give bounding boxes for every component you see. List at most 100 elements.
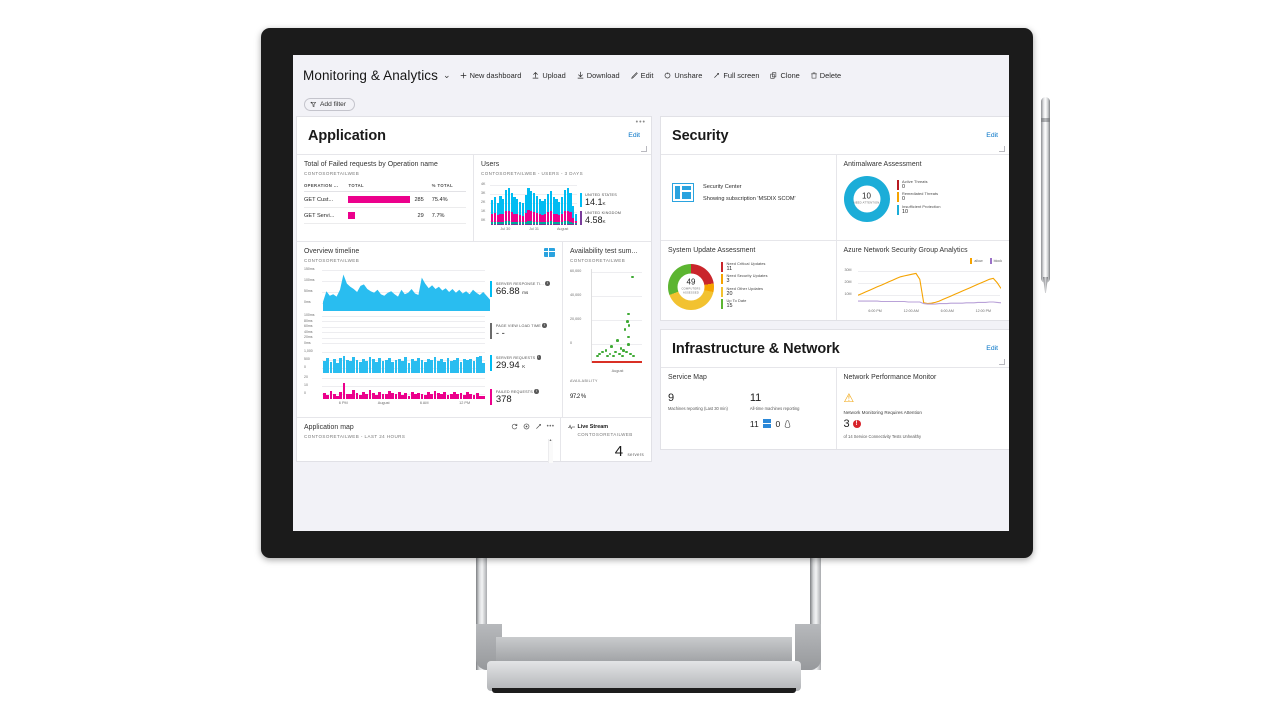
refresh-icon[interactable] — [511, 423, 518, 430]
chart-grid-icon[interactable] — [544, 248, 555, 257]
users-subtitle: CONTOSORETAILWEB - USERS - 3 DAYS — [481, 171, 584, 177]
new-dashboard-button[interactable]: New dashboard — [460, 71, 521, 80]
application-map-toolbar: ••• — [511, 423, 555, 430]
legend-item: allow — [970, 257, 983, 264]
legend-item: Need Other Updates 20 — [721, 286, 768, 297]
nsg-analytics-tile[interactable]: Azure Network Security Group Analytics a… — [836, 240, 1009, 320]
x-tick: Jul 30 — [500, 227, 511, 232]
target-icon[interactable] — [523, 423, 530, 430]
trash-icon — [810, 72, 817, 78]
service-map-reporting-label: Machines reporting (Last 30 min) — [668, 405, 728, 411]
failed-requests-tile[interactable]: Total of Failed requests by Operation na… — [297, 154, 474, 241]
expand-icon[interactable] — [535, 423, 542, 430]
legend-item: Up To Date 15 — [721, 299, 768, 310]
antimalware-donut: 10 NEED ATTENTION — [843, 175, 890, 222]
availability-tile[interactable]: Availability test sum... CONTOSORETAILWE… — [563, 241, 651, 417]
antimalware-tile[interactable]: Antimalware Assessment 10 NEED ATTENTION… — [836, 154, 1009, 240]
application-panel-header: Application Edit ••• — [297, 117, 651, 154]
unshare-button[interactable]: Unshare — [664, 71, 702, 80]
data-point — [608, 352, 612, 356]
y-tick: 40ms — [304, 329, 313, 334]
service-map-tile[interactable]: Service Map 9 Machines reporting (Last 3… — [661, 367, 837, 449]
response-time-chart: 150ms 100ms 50ms 0ms — [304, 267, 490, 312]
bar — [348, 212, 355, 220]
windows-icon — [762, 419, 772, 429]
security-center-tile[interactable]: Security Center Showing subscription 'MS… — [661, 154, 837, 240]
nsg-legend: allow block — [844, 257, 1002, 264]
y-tick: 10M — [844, 291, 852, 296]
metric-value: 66.88 ms — [495, 286, 529, 298]
delete-button[interactable]: Delete — [810, 71, 841, 80]
add-filter-button[interactable]: Add filter — [304, 98, 356, 111]
application-more-icon[interactable]: ••• — [636, 119, 646, 126]
security-center-icon — [672, 183, 694, 202]
y-tick: 1,000 — [304, 349, 313, 354]
legend-label: Remediated Threats — [902, 192, 939, 197]
overview-timeline-body: 150ms 100ms 50ms 0ms 100ms 80ms 60ms 40ms 20ms 0m… — [304, 267, 556, 406]
service-map-os-breakdown: 11 0 — [750, 419, 800, 429]
info-icon[interactable]: i — [545, 281, 550, 286]
info-icon[interactable]: i — [534, 389, 539, 394]
application-row-2: Overview timeline CONTOSORETAILWEB 150ms… — [297, 241, 651, 417]
data-point — [627, 312, 630, 316]
system-update-title: System Update Assessment — [668, 247, 756, 254]
area-series — [323, 274, 490, 312]
users-tile[interactable]: Users CONTOSORETAILWEB - USERS - 3 DAYS … — [474, 154, 651, 241]
antimalware-legend: Active Threats 0 Remediated Threats 0 Insuff… — [896, 179, 941, 218]
warning-triangle-icon: ⚠ — [843, 390, 855, 405]
table-row[interactable]: GET Servi... 29 7.7% — [304, 207, 466, 225]
y-tick: 1K — [481, 209, 486, 214]
download-icon — [577, 71, 584, 79]
legend-label: block — [993, 258, 1002, 263]
info-icon[interactable]: i — [536, 355, 542, 360]
y-tick: 20 — [304, 375, 308, 380]
series-line — [857, 300, 1001, 305]
infrastructure-resize-handle[interactable] — [999, 359, 1005, 365]
application-map-tile[interactable]: Application map CONTOSORETAILWEB - LAST … — [297, 417, 562, 464]
clone-button[interactable]: Clone — [770, 71, 800, 80]
upload-button[interactable]: Upload — [532, 71, 566, 80]
x-axis: Jul 30 Jul 31 August — [491, 227, 577, 231]
full-screen-button[interactable]: Full screen — [713, 71, 759, 80]
nsg-plot: 30M 20M 10M — [844, 265, 1003, 309]
infrastructure-panel-title: Infrastructure & Network — [672, 340, 840, 357]
info-icon[interactable]: i — [542, 323, 547, 328]
live-stream-tile[interactable]: Live Stream CONTOSORETAILWEB 4 servers — [561, 417, 651, 461]
service-map-reporting: 9 Machines reporting (Last 30 min) — [668, 392, 728, 429]
legend-value: 4.58K — [585, 215, 606, 226]
network-performance-tile[interactable]: Network Performance Monitor ⚠ Network Mo… — [836, 367, 1009, 449]
system-update-tile[interactable]: System Update Assessment 49 COMPUTERS AS… — [661, 240, 837, 320]
gridline — [322, 326, 485, 328]
data-point — [621, 354, 624, 358]
security-resize-handle[interactable] — [999, 146, 1005, 152]
table-row[interactable]: GET Cust... 285 75.4% — [304, 191, 466, 209]
download-button[interactable]: Download — [577, 71, 620, 80]
metric-item: SERVER REQUESTS i 29.94 K — [489, 355, 556, 372]
screen: Monitoring & Analytics ⌄ New dashboard U… — [293, 55, 1009, 531]
data-point — [604, 348, 608, 352]
gridline — [322, 332, 485, 334]
security-center-subscription: Showing subscription 'MSDIX SCOM' — [703, 195, 796, 202]
infrastructure-edit-link[interactable]: Edit — [986, 345, 998, 352]
application-edit-link[interactable]: Edit — [628, 132, 640, 139]
y-tick: 40,000 — [570, 293, 582, 298]
application-map-scrollbar[interactable] — [548, 437, 554, 464]
security-row-1: Security Center Showing subscription 'MS… — [661, 154, 1009, 240]
edit-button[interactable]: Edit — [630, 71, 653, 80]
application-resize-handle[interactable] — [641, 146, 647, 152]
live-stream-header: Live Stream — [568, 424, 644, 430]
dashboard-chevron-down-icon[interactable]: ⌄ — [443, 70, 451, 81]
nsg-analytics-title: Azure Network Security Group Analytics — [843, 247, 968, 254]
application-map-canvas — [304, 437, 554, 464]
legend-item: block — [989, 257, 1002, 264]
security-panel-header: Security Edit — [661, 117, 1009, 154]
legend-value: 0 — [902, 196, 905, 203]
table-header-row: OPERATION ... TOTAL % TOTAL — [304, 183, 466, 193]
more-icon[interactable]: ••• — [547, 424, 555, 430]
surface-studio-device: Monitoring & Analytics ⌄ New dashboard U… — [0, 0, 1280, 720]
overview-timeline-tile[interactable]: Overview timeline CONTOSORETAILWEB 150ms… — [297, 241, 563, 417]
data-point — [631, 275, 634, 279]
live-stream-subtitle: CONTOSORETAILWEB — [577, 431, 633, 437]
failure-band — [592, 361, 642, 364]
security-edit-link[interactable]: Edit — [986, 132, 998, 139]
